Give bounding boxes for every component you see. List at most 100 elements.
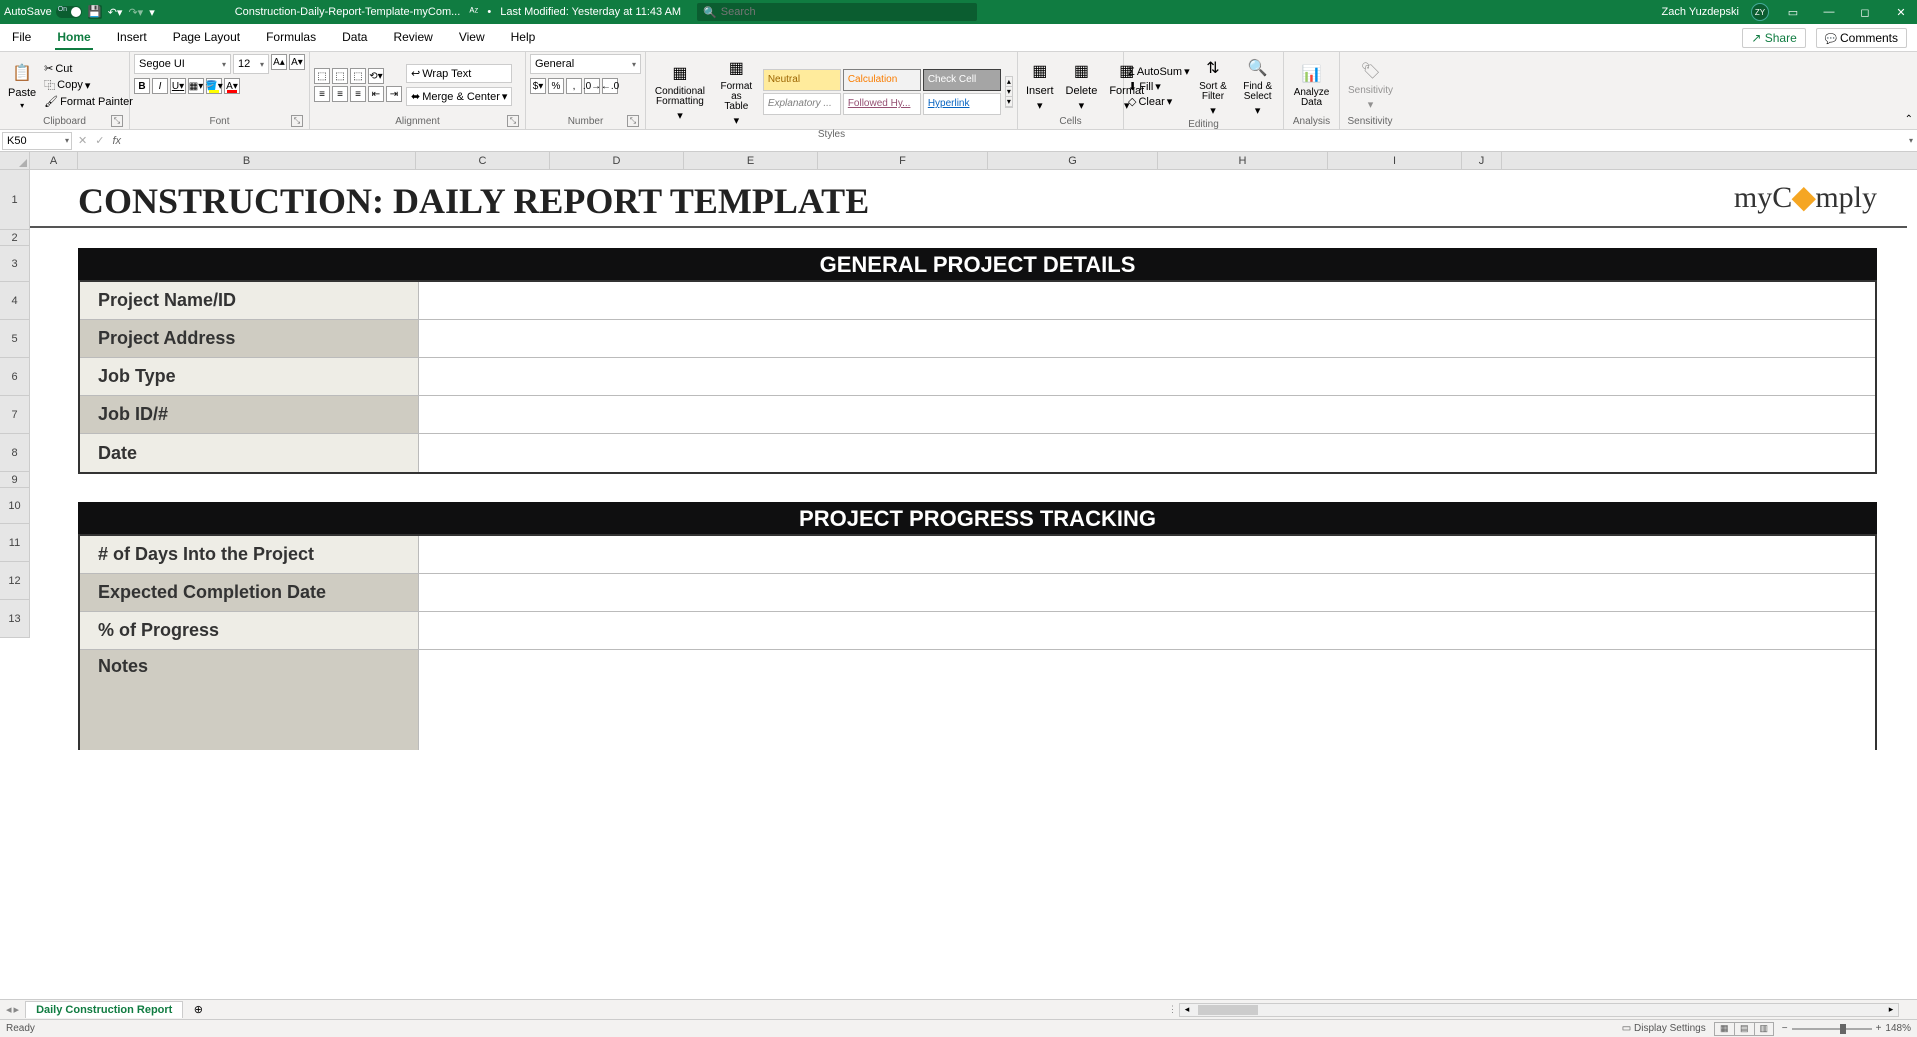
general-details-table[interactable]: Project Name/IDProject AddressJob TypeJo… (78, 280, 1877, 474)
user-avatar[interactable]: ZY (1751, 3, 1769, 21)
merge-center-button[interactable]: ⬌ Merge & Center ▾ (406, 87, 512, 106)
decrease-indent-button[interactable]: ⇤ (368, 86, 384, 102)
tab-insert[interactable]: Insert (115, 26, 149, 50)
field-value-cell[interactable] (418, 320, 1875, 357)
copy-button[interactable]: ⿻ Copy ▾ (44, 77, 133, 93)
row-header-5[interactable]: 5 (0, 320, 29, 358)
column-headers[interactable]: ABCDEFGHIJ (30, 152, 1917, 170)
conditional-formatting-button[interactable]: ▦Conditional Formatting▾ (650, 59, 710, 124)
row-headers[interactable]: 12345678910111213 (0, 170, 30, 638)
orientation-button[interactable]: ⟲▾ (368, 68, 384, 84)
field-value-cell[interactable] (418, 358, 1875, 395)
user-name[interactable]: Zach Yuzdepski (1662, 6, 1739, 18)
align-top-button[interactable]: ⬚ (314, 68, 330, 84)
decrease-font-button[interactable]: A▾ (289, 54, 305, 70)
tab-page-layout[interactable]: Page Layout (171, 26, 242, 50)
zoom-in-button[interactable]: + (1876, 1023, 1882, 1034)
align-middle-button[interactable]: ⬚ (332, 68, 348, 84)
cell-style-hyperlink[interactable]: Hyperlink (923, 93, 1001, 115)
zoom-level[interactable]: 148% (1885, 1023, 1911, 1034)
page-break-view-button[interactable]: ▥ (1754, 1022, 1774, 1036)
clipboard-launcher[interactable]: ⤡ (111, 115, 123, 127)
tab-view[interactable]: View (457, 26, 487, 50)
row-header-9[interactable]: 9 (0, 472, 29, 488)
page-layout-view-button[interactable]: ▤ (1734, 1022, 1754, 1036)
row-header-12[interactable]: 12 (0, 562, 29, 600)
number-launcher[interactable]: ⤡ (627, 115, 639, 127)
column-header-B[interactable]: B (78, 152, 416, 169)
column-header-F[interactable]: F (818, 152, 988, 169)
column-header-J[interactable]: J (1462, 152, 1502, 169)
share-button[interactable]: Share (1742, 28, 1805, 48)
align-bottom-button[interactable]: ⬚ (350, 68, 366, 84)
expand-formula-bar[interactable]: ▾ (1905, 136, 1917, 145)
comments-button[interactable]: Comments (1816, 28, 1907, 48)
horizontal-scrollbar[interactable]: ◂▸ (1179, 1003, 1899, 1017)
column-header-C[interactable]: C (416, 152, 550, 169)
increase-decimal-button[interactable]: .0→ (584, 78, 600, 94)
tab-home[interactable]: Home (55, 26, 92, 50)
font-launcher[interactable]: ⤡ (291, 115, 303, 127)
worksheet-grid[interactable]: ABCDEFGHIJ 12345678910111213 CONSTRUCTIO… (0, 152, 1917, 999)
search-box[interactable]: 🔍 (697, 3, 977, 21)
zoom-slider[interactable] (1792, 1028, 1872, 1030)
row-header-13[interactable]: 13 (0, 600, 29, 638)
cut-button[interactable]: ✂ Cut (44, 62, 133, 75)
row-header-3[interactable]: 3 (0, 246, 29, 282)
fill-color-button[interactable]: 🪣▾ (206, 78, 222, 94)
row-header-10[interactable]: 10 (0, 488, 29, 524)
bold-button[interactable]: B (134, 78, 150, 94)
font-size-select[interactable]: 12▾ (233, 54, 269, 74)
align-left-button[interactable]: ≡ (314, 86, 330, 102)
sheet-tab-active[interactable]: Daily Construction Report (25, 1001, 183, 1018)
column-header-I[interactable]: I (1328, 152, 1462, 169)
sensitivity-button[interactable]: 🏷Sensitivity▾ (1344, 57, 1397, 113)
autosum-button[interactable]: Σ AutoSum ▾ (1128, 65, 1190, 78)
row-header-1[interactable]: 1 (0, 170, 29, 230)
tab-review[interactable]: Review (391, 26, 434, 50)
close-button[interactable]: ✕ (1889, 6, 1913, 19)
paste-button[interactable]: 📋 Paste▾ (4, 59, 40, 112)
alignment-launcher[interactable]: ⤡ (507, 115, 519, 127)
display-settings-button[interactable]: ▭ Display Settings (1622, 1023, 1706, 1034)
name-box[interactable]: K50▾ (2, 132, 72, 150)
cell-style-explanatory-[interactable]: Explanatory ... (763, 93, 841, 115)
fx-icon[interactable]: fx (108, 135, 125, 147)
number-format-select[interactable]: General▾ (530, 54, 641, 74)
row-header-8[interactable]: 8 (0, 434, 29, 472)
tab-data[interactable]: Data (340, 26, 369, 50)
wrap-text-button[interactable]: ↩ Wrap Text (406, 64, 512, 83)
cell-style-neutral[interactable]: Neutral (763, 69, 841, 91)
styles-scroll[interactable]: ▴▾▾ (1005, 76, 1013, 108)
undo-button[interactable]: ↶▾ (108, 6, 123, 19)
column-header-G[interactable]: G (988, 152, 1158, 169)
increase-font-button[interactable]: A▴ (271, 54, 287, 70)
find-select-button[interactable]: 🔍Find & Select▾ (1236, 54, 1279, 119)
percent-button[interactable]: % (548, 78, 564, 94)
cell-styles-gallery[interactable]: NeutralCalculationCheck CellExplanatory … (763, 69, 1001, 115)
column-header-D[interactable]: D (550, 152, 684, 169)
clear-button[interactable]: ◇ Clear ▾ (1128, 95, 1190, 108)
align-center-button[interactable]: ≡ (332, 86, 348, 102)
enter-formula-button[interactable]: ✓ (91, 134, 108, 147)
delete-cells-button[interactable]: ▦Delete▾ (1062, 57, 1102, 114)
cells-area[interactable]: CONSTRUCTION: DAILY REPORT TEMPLATE myC◆… (30, 170, 1917, 999)
comma-button[interactable]: , (566, 78, 582, 94)
row-header-11[interactable]: 11 (0, 524, 29, 562)
sheet-nav[interactable]: ◂▸ (0, 1003, 25, 1016)
tab-file[interactable]: File (10, 26, 33, 50)
progress-tracking-table[interactable]: # of Days Into the ProjectExpected Compl… (78, 534, 1877, 750)
collapse-ribbon-button[interactable]: ⌃ (1905, 114, 1913, 125)
underline-button[interactable]: U▾ (170, 78, 186, 94)
decrease-decimal-button[interactable]: ←.0 (602, 78, 618, 94)
field-value-cell[interactable] (418, 574, 1875, 611)
cell-style-check-cell[interactable]: Check Cell (923, 69, 1001, 91)
row-header-2[interactable]: 2 (0, 230, 29, 246)
field-value-cell[interactable] (418, 434, 1875, 472)
cancel-formula-button[interactable]: ✕ (74, 134, 91, 147)
search-input[interactable] (721, 6, 971, 18)
cell-style-followed-hy-[interactable]: Followed Hy... (843, 93, 921, 115)
tab-formulas[interactable]: Formulas (264, 26, 318, 50)
ribbon-display-options[interactable]: ▭ (1781, 6, 1805, 19)
row-header-7[interactable]: 7 (0, 396, 29, 434)
